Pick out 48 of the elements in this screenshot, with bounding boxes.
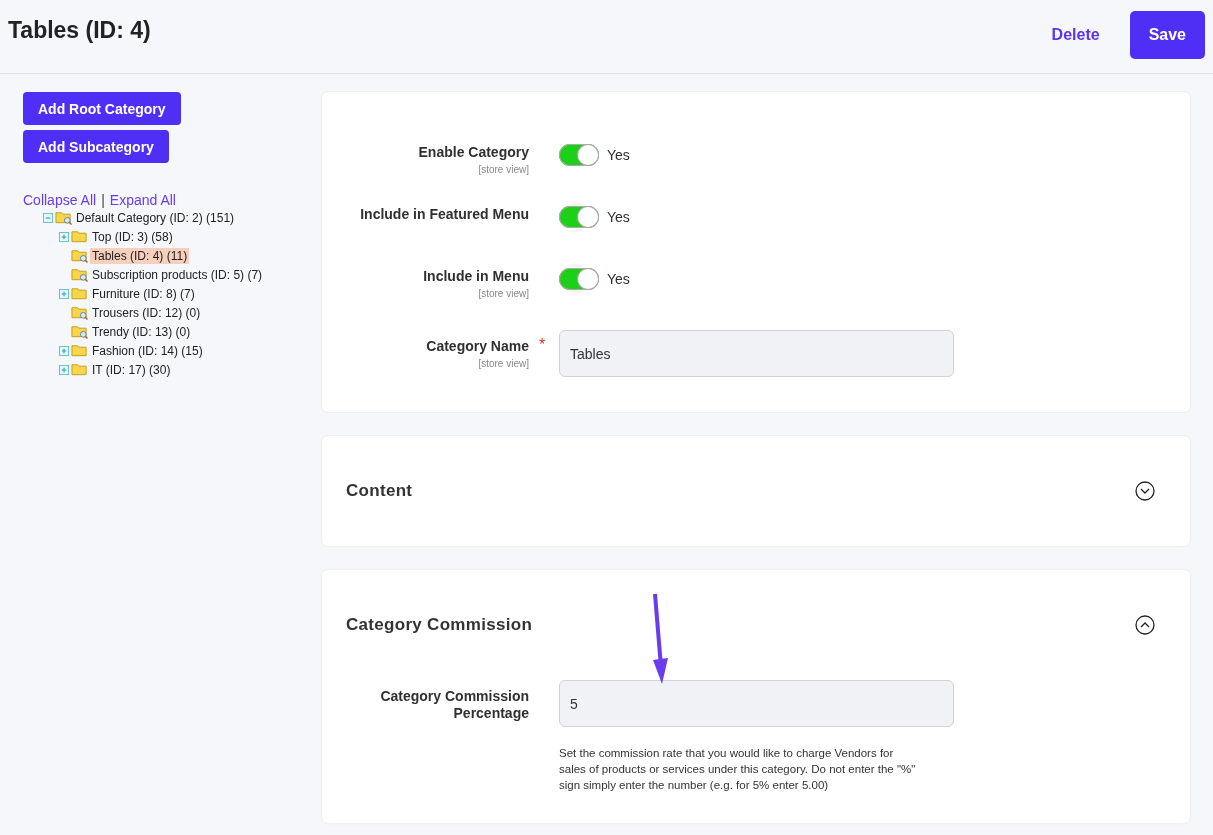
folder-icon <box>71 342 88 359</box>
save-button[interactable]: Save <box>1129 11 1205 59</box>
folder-magnifier-icon <box>71 323 88 340</box>
tree-item[interactable]: Furniture (ID: 8) (7) <box>90 285 197 302</box>
tree-item[interactable]: Trendy (ID: 13) (0) <box>90 323 193 340</box>
field-label: Category Commission Percentage <box>379 688 529 722</box>
toggle-value: Yes <box>607 209 630 225</box>
delete-link[interactable]: Delete <box>1051 26 1100 44</box>
scope-label: [store view] <box>478 358 529 369</box>
scope-label: [store view] <box>478 164 529 175</box>
folder-magnifier-icon <box>71 247 88 264</box>
section-title: Category Commission <box>346 615 533 635</box>
tree-link[interactable]: Expand All <box>109 192 176 208</box>
tree-item[interactable]: Default Category (ID: 2) (151) <box>74 209 237 226</box>
add-category-button[interactable]: Add Root Category <box>23 92 181 125</box>
tree-item[interactable]: IT (ID: 17) (30) <box>90 361 173 378</box>
folder-icon <box>71 361 88 378</box>
tree-item[interactable]: Fashion (ID: 14) (15) <box>90 342 205 359</box>
required-mark: * <box>539 336 546 353</box>
page-title: Tables (ID: 4) <box>8 17 151 44</box>
toggle-switch[interactable] <box>559 268 599 290</box>
tree-item[interactable]: Top (ID: 3) (58) <box>90 228 175 245</box>
section-title: Content <box>346 481 413 501</box>
field-note: Set the commission rate that you would like to charge Vendors for sales of products or services under this category. Do not enter the "%" sign simply enter the number (e.g. for 5% enter 5.00) <box>559 746 917 793</box>
tree-link[interactable]: Collapse All <box>23 192 97 208</box>
scope-label: [store view] <box>478 288 529 299</box>
folder-magnifier-icon <box>71 266 88 283</box>
toggle-switch[interactable] <box>559 206 599 228</box>
collapse-icon[interactable] <box>1135 615 1155 635</box>
field-label: Include in Menu <box>423 268 529 285</box>
tree-item[interactable]: Subscription products (ID: 5) (7) <box>90 266 265 283</box>
folder-icon <box>71 228 88 245</box>
field-label: Category Name <box>426 338 529 355</box>
field-label: Enable Category <box>418 144 529 161</box>
folder-magnifier-icon <box>55 209 72 226</box>
toggle-value: Yes <box>607 147 630 163</box>
field-label: Include in Featured Menu <box>360 206 529 223</box>
add-category-button[interactable]: Add Subcategory <box>23 130 169 163</box>
toggle-value: Yes <box>607 271 630 287</box>
tree-item[interactable]: Tables (ID: 4) (11) <box>90 247 190 264</box>
expand-icon[interactable] <box>1135 481 1155 501</box>
folder-icon <box>71 285 88 302</box>
input-field[interactable]: 5 <box>559 680 954 727</box>
toggle-switch[interactable] <box>559 144 599 166</box>
input-field[interactable]: Tables <box>559 330 954 377</box>
folder-magnifier-icon <box>71 304 88 321</box>
separator: | <box>101 192 105 208</box>
tree-item[interactable]: Trousers (ID: 12) (0) <box>90 304 203 321</box>
